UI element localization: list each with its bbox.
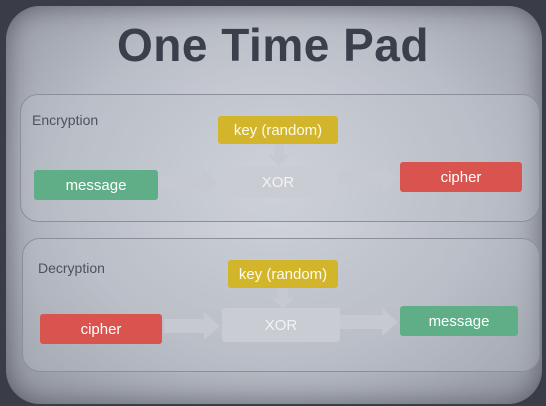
encryption-xor-box: XOR <box>220 166 336 198</box>
decryption-xor-box: XOR <box>222 308 340 342</box>
encryption-message-box: message <box>34 170 158 200</box>
decryption-key-box: key (random) <box>228 260 338 288</box>
encryption-arrow-to-xor <box>160 168 218 196</box>
encryption-arrow-to-cipher <box>338 164 398 192</box>
encryption-label: Encryption <box>32 112 99 128</box>
decryption-message-box: message <box>400 306 518 336</box>
decryption-key-arrow <box>272 288 294 310</box>
encryption-cipher-box: cipher <box>400 162 522 192</box>
encryption-key-box: key (random) <box>218 116 338 144</box>
decryption-arrow-to-message <box>340 308 398 336</box>
encryption-key-arrow <box>268 144 290 166</box>
decryption-arrow-to-xor <box>164 312 220 340</box>
decryption-label: Decryption <box>38 260 105 276</box>
decryption-cipher-box: cipher <box>40 314 162 344</box>
slide-title: One Time Pad <box>117 19 429 71</box>
